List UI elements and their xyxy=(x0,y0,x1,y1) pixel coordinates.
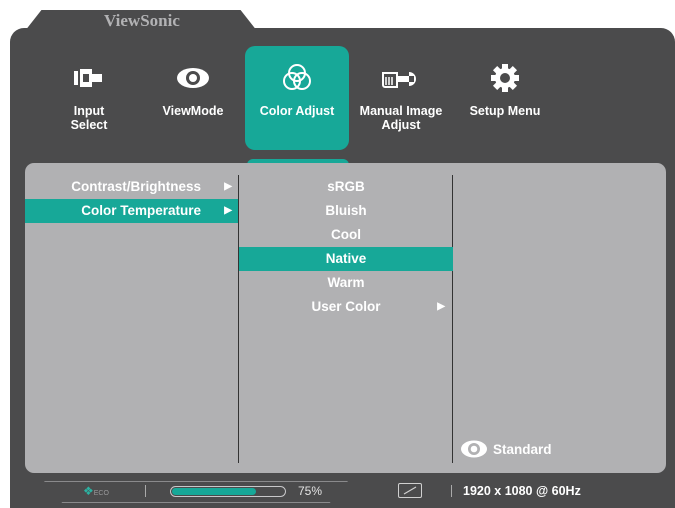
tab-label: ViewMode xyxy=(162,104,224,118)
tab-setup-menu[interactable]: Setup Menu xyxy=(453,46,557,150)
tab-manual-image-adjust[interactable]: Manual Image Adjust xyxy=(349,46,453,150)
option-user-color[interactable]: User Color ▶ xyxy=(239,295,453,319)
option-srgb[interactable]: sRGB xyxy=(239,175,453,199)
submenu-arrow-icon: ▶ xyxy=(437,301,445,312)
tab-label: Manual Image Adjust xyxy=(359,104,443,132)
option-bluish[interactable]: Bluish xyxy=(239,199,453,223)
option-label: User Color xyxy=(311,299,381,314)
input-select-icon xyxy=(37,62,141,94)
color-circles-icon xyxy=(245,62,349,94)
status-divider xyxy=(145,485,146,497)
viewmode-label: Standard xyxy=(493,441,552,457)
menu-item-color-temperature[interactable]: Color Temperature ▶ xyxy=(25,199,238,223)
tab-viewmode[interactable]: ViewMode xyxy=(141,46,245,150)
eco-label: ECO xyxy=(93,490,109,497)
gear-icon xyxy=(453,62,557,94)
aspect-icon xyxy=(398,483,422,498)
option-warm[interactable]: Warm xyxy=(239,271,453,295)
tab-label: Setup Menu xyxy=(469,104,541,118)
option-label: sRGB xyxy=(327,179,365,194)
option-cool[interactable]: Cool xyxy=(239,223,453,247)
option-label: Bluish xyxy=(325,203,367,218)
tab-color-adjust[interactable]: Color Adjust xyxy=(245,46,349,150)
brightness-percent: 75% xyxy=(298,484,323,498)
eco-icon: ❖ECO xyxy=(83,484,109,498)
brightness-bar xyxy=(170,486,286,497)
menu-item-label: Color Temperature xyxy=(81,203,201,218)
option-label: Cool xyxy=(331,227,361,242)
menu-item-contrast-brightness[interactable]: Contrast/Brightness ▶ xyxy=(25,175,238,199)
hand-wrench-icon xyxy=(349,62,453,94)
option-label: Warm xyxy=(327,275,365,290)
submenu-arrow-icon: ▶ xyxy=(224,205,232,216)
option-label: Native xyxy=(325,251,367,266)
status-divider xyxy=(451,485,452,497)
resolution-label: 1920 x 1080 @ 60Hz xyxy=(463,484,581,498)
tab-label: Input Select xyxy=(70,104,108,132)
option-native[interactable]: Native xyxy=(239,247,453,271)
menu-item-label: Contrast/Brightness xyxy=(71,179,201,194)
viewmode-indicator: Standard xyxy=(460,437,552,461)
tab-input-select[interactable]: Input Select xyxy=(37,46,141,150)
submenu-arrow-icon: ▶ xyxy=(224,181,232,192)
brand-logo: ViewSonic xyxy=(104,11,180,30)
eye-icon xyxy=(460,440,488,458)
eye-icon xyxy=(141,62,245,94)
brightness-fill xyxy=(172,488,256,495)
tab-label: Color Adjust xyxy=(259,104,335,118)
